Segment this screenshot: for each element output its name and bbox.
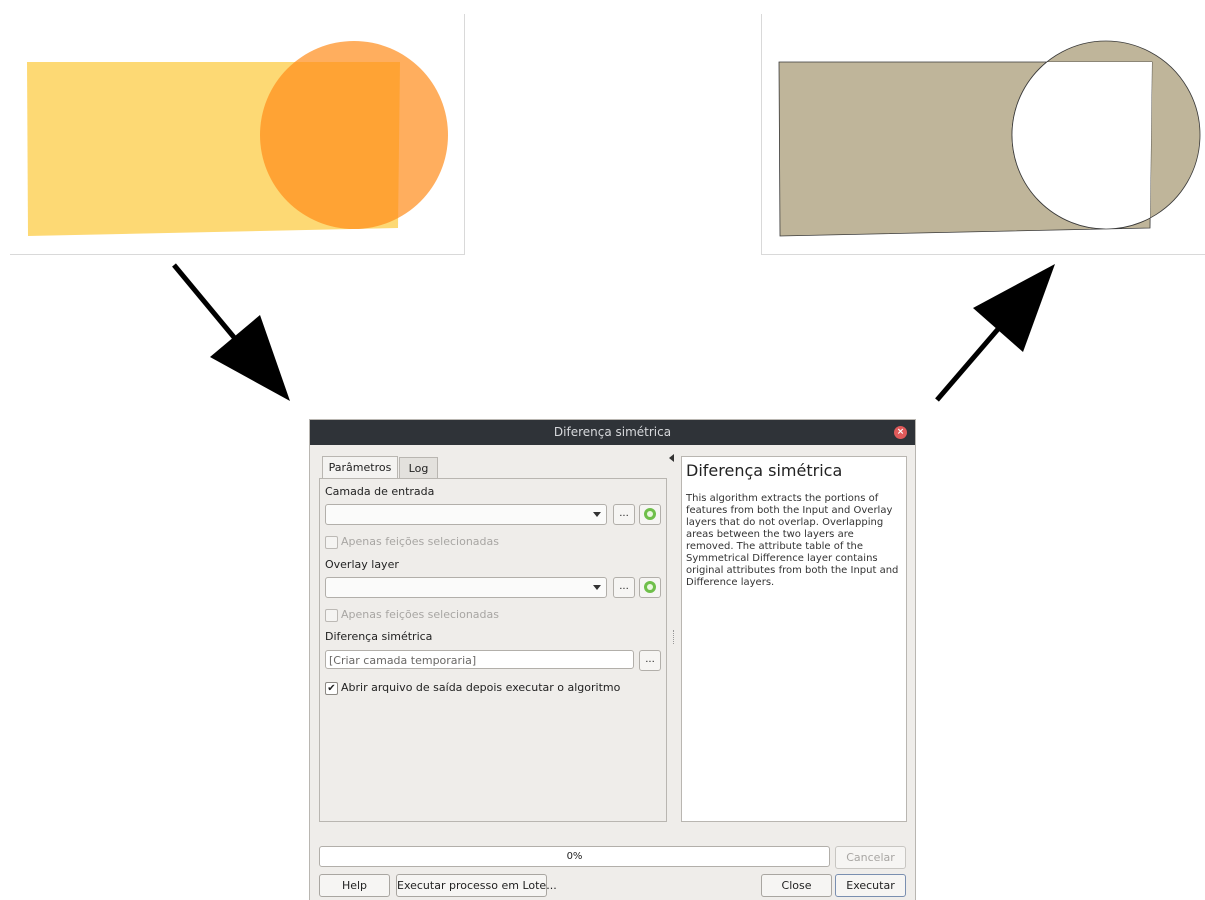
close-window-icon[interactable]: × [894, 426, 907, 439]
overlay-selected-only-checkbox[interactable] [325, 609, 338, 622]
overlay-layer-label: Overlay layer [325, 558, 399, 571]
progress-bar: 0% [319, 846, 830, 867]
close-button[interactable]: Close [761, 874, 832, 897]
input-layer-iterate-button[interactable] [639, 504, 661, 525]
help-pane: Diferença simétrica This algorithm extra… [681, 456, 907, 822]
input-layers-preview [10, 14, 465, 255]
result-layer-preview [761, 14, 1205, 255]
help-description: This algorithm extracts the portions of … [686, 493, 899, 588]
batch-process-button[interactable]: Executar processo em Lote... [396, 874, 557, 897]
parameters-pane: Camada de entrada ... Apenas feições sel… [319, 478, 667, 822]
help-title: Diferença simétrica [686, 461, 843, 480]
input-layer-combo[interactable] [325, 504, 607, 525]
open-output-label: Abrir arquivo de saída depois executar o… [341, 681, 621, 694]
tab-log[interactable]: Log [399, 457, 438, 480]
overlay-layer-combo[interactable] [325, 577, 607, 598]
input-selected-only-checkbox[interactable] [325, 536, 338, 549]
run-button[interactable]: Executar [835, 874, 906, 897]
dialog-title: Diferença simétrica [553, 425, 672, 439]
output-path-input[interactable]: [Criar camada temporaria] [325, 650, 634, 669]
input-layer-label: Camada de entrada [325, 485, 435, 498]
input-layers-drawing [27, 41, 448, 236]
output-browse-button[interactable]: ... [639, 650, 661, 671]
arrow-down-right-icon [172, 263, 290, 401]
chevron-down-icon [593, 512, 601, 517]
title-bar: Diferença simétrica × [310, 420, 915, 445]
input-layer-browse-button[interactable]: ... [613, 504, 635, 525]
symmetric-difference-dialog: Diferença simétrica × Parâmetros Log Cam… [310, 420, 915, 900]
chevron-down-icon [593, 585, 601, 590]
collapse-help-icon[interactable] [669, 454, 674, 462]
overlay-selected-only-label: Apenas feições selecionadas [341, 608, 500, 621]
output-label: Diferença simétrica [325, 630, 433, 643]
iterate-icon [644, 581, 656, 593]
result-layer-drawing [778, 40, 1201, 237]
input-selected-only-label: Apenas feições selecionadas [341, 535, 500, 548]
overlay-layer-browse-button[interactable]: ... [613, 577, 635, 598]
splitter-handle[interactable] [673, 630, 676, 644]
help-button[interactable]: Help [319, 874, 390, 897]
overlay-circle [260, 41, 448, 229]
open-output-checkbox[interactable]: ✔ [325, 682, 338, 695]
overlay-layer-iterate-button[interactable] [639, 577, 661, 598]
cancel-button[interactable]: Cancelar [835, 846, 906, 869]
arrow-up-right-icon [935, 264, 1055, 402]
iterate-icon [644, 508, 656, 520]
tab-parametros[interactable]: Parâmetros [322, 456, 398, 480]
